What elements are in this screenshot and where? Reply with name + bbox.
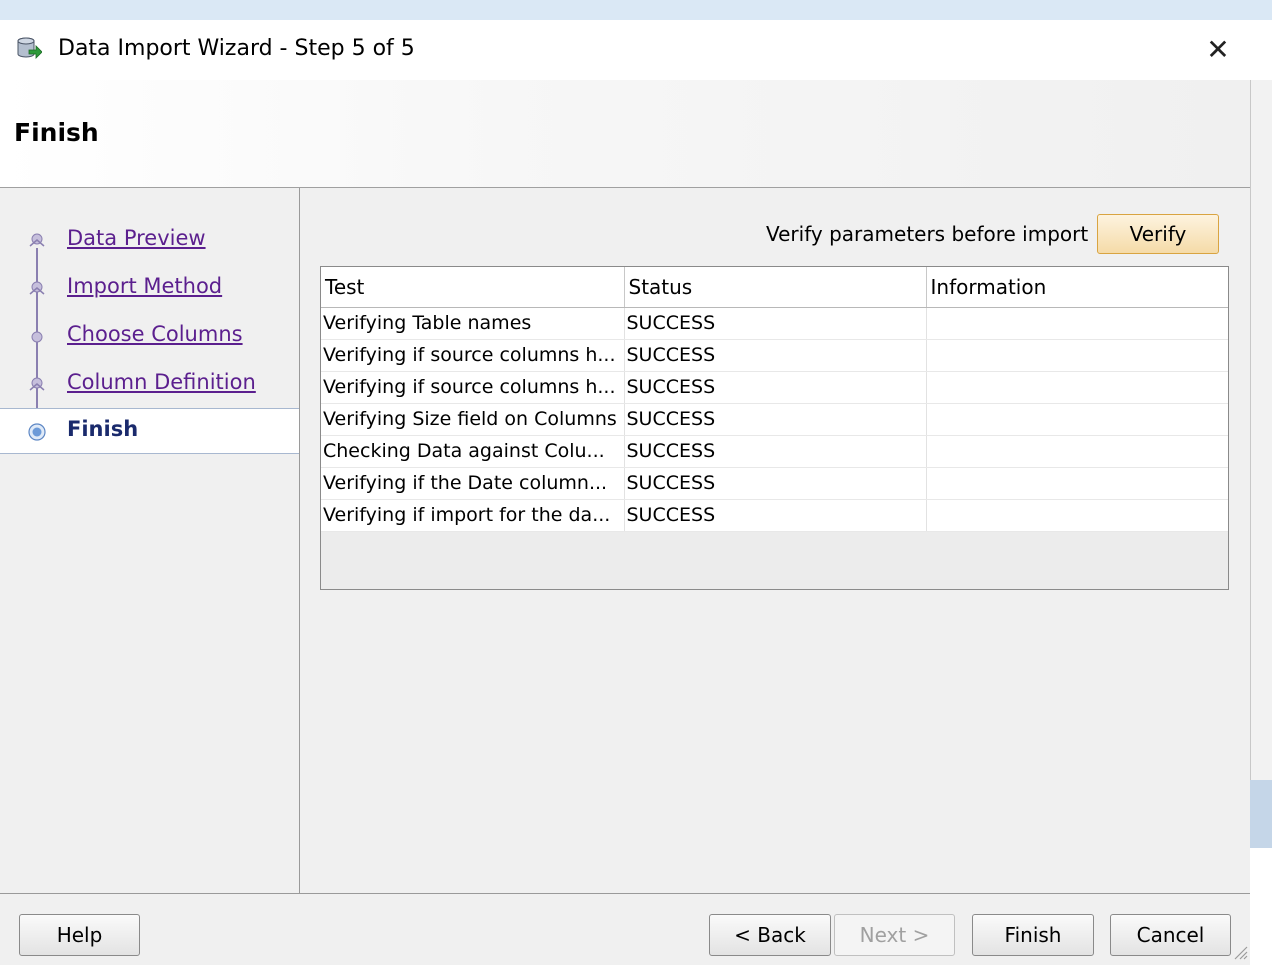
table-row[interactable]: Verifying Table names SUCCESS (321, 307, 1228, 340)
table-row[interactable]: Verifying if import for the da... SUCCES… (321, 499, 1228, 532)
finish-button[interactable]: Finish (972, 914, 1094, 956)
visited-step-icon (29, 377, 45, 391)
test-cell: Verifying if the Date column... (321, 467, 625, 500)
information-cell (926, 499, 1228, 532)
visited-step-icon (31, 331, 43, 343)
visited-step-icon (29, 233, 45, 247)
test-cell: Verifying if source columns h... (321, 339, 625, 372)
page-title: Finish (14, 118, 99, 147)
column-header-status[interactable]: Status (624, 267, 927, 308)
information-cell (926, 435, 1228, 468)
verification-results-table: Test Status Information Verifying Table … (320, 266, 1229, 590)
button-bar: Help < Back Next > Finish Cancel (0, 894, 1250, 965)
status-cell: SUCCESS (624, 435, 927, 468)
information-cell (926, 403, 1228, 436)
desktop-background-top (0, 0, 1272, 20)
status-cell: SUCCESS (624, 307, 927, 340)
information-cell (926, 467, 1228, 500)
title-bar[interactable]: Data Import Wizard - Step 5 of 5 ✕ (0, 20, 1250, 80)
step-data-preview[interactable]: Data Preview (0, 218, 299, 264)
verify-label: Verify parameters before import (766, 222, 1089, 246)
table-row[interactable]: Verifying Size field on Columns SUCCESS (321, 403, 1228, 436)
desktop-background-right (1250, 20, 1272, 965)
back-button[interactable]: < Back (709, 914, 831, 956)
wizard-steps-panel: Data Preview Import Method Choose Column… (0, 188, 300, 894)
step-label[interactable]: Import Method (67, 274, 222, 298)
step-choose-columns[interactable]: Choose Columns (0, 314, 299, 360)
table-row[interactable]: Verifying if source columns h... SUCCESS (321, 339, 1228, 372)
database-import-icon (17, 37, 42, 59)
close-icon[interactable]: ✕ (1200, 32, 1236, 68)
wizard-header: Finish (0, 80, 1250, 188)
test-cell: Verifying if import for the da... (321, 499, 625, 532)
visited-step-icon (29, 281, 45, 295)
current-step-icon (28, 423, 46, 441)
information-cell (926, 307, 1228, 340)
step-label[interactable]: Choose Columns (67, 322, 243, 346)
content-panel: Verify parameters before import Verify T… (300, 188, 1250, 894)
background-window-selection (1250, 780, 1272, 848)
status-cell: SUCCESS (624, 339, 927, 372)
step-finish[interactable]: Finish (0, 408, 299, 454)
table-row[interactable]: Checking Data against Colu... SUCCESS (321, 435, 1228, 468)
background-window-edge (1250, 80, 1272, 780)
step-label[interactable]: Finish (67, 417, 138, 441)
help-button[interactable]: Help (19, 914, 140, 956)
step-label[interactable]: Data Preview (67, 226, 206, 250)
status-cell: SUCCESS (624, 467, 927, 500)
data-import-wizard-dialog: Data Import Wizard - Step 5 of 5 ✕ Finis… (0, 20, 1250, 965)
step-label[interactable]: Column Definition (67, 370, 256, 394)
verify-button[interactable]: Verify (1097, 214, 1219, 254)
step-import-method[interactable]: Import Method (0, 266, 299, 312)
step-column-definition[interactable]: Column Definition (0, 362, 299, 408)
information-cell (926, 339, 1228, 372)
next-button[interactable]: Next > (834, 914, 955, 956)
resize-grip-icon[interactable] (1232, 944, 1248, 960)
status-cell: SUCCESS (624, 499, 927, 532)
table-header-row: Test Status Information (321, 267, 1228, 308)
column-header-information[interactable]: Information (926, 267, 1228, 308)
column-header-test[interactable]: Test (321, 267, 625, 308)
test-cell: Checking Data against Colu... (321, 435, 625, 468)
table-row[interactable]: Verifying if the Date column... SUCCESS (321, 467, 1228, 500)
test-cell: Verifying if source columns h... (321, 371, 625, 404)
status-cell: SUCCESS (624, 371, 927, 404)
cancel-button[interactable]: Cancel (1110, 914, 1231, 956)
information-cell (926, 371, 1228, 404)
test-cell: Verifying Size field on Columns (321, 403, 625, 436)
window-title: Data Import Wizard - Step 5 of 5 (58, 36, 415, 61)
test-cell: Verifying Table names (321, 307, 625, 340)
status-cell: SUCCESS (624, 403, 927, 436)
table-row[interactable]: Verifying if source columns h... SUCCESS (321, 371, 1228, 404)
